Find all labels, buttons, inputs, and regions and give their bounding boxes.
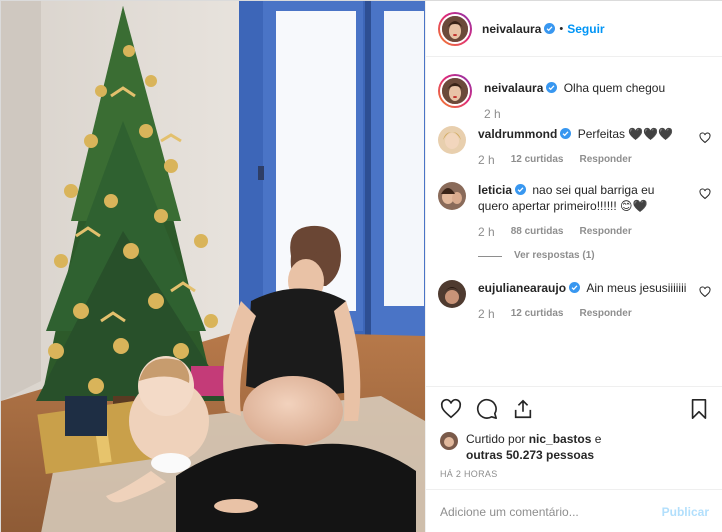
- verified-icon: [546, 82, 558, 93]
- comment-likes-count[interactable]: 12 curtidas: [511, 154, 564, 166]
- liker-avatar[interactable]: [440, 432, 458, 450]
- header-text: neivalaura • Seguir: [482, 22, 605, 36]
- follow-button[interactable]: Seguir: [567, 22, 604, 36]
- avatar-image: [440, 432, 458, 450]
- liked-by-user[interactable]: nic_bastos: [529, 432, 592, 446]
- verified-icon: [560, 128, 572, 139]
- likes-summary: Curtido por nic_bastos e outras 50.273 p…: [440, 431, 709, 463]
- reply-button[interactable]: Responder: [580, 154, 632, 166]
- comment-item: valdrummond Perfeitas 🖤🖤🖤 2 h 12 curtida…: [438, 126, 711, 166]
- comment-body: valdrummond Perfeitas 🖤🖤🖤 2 h 12 curtida…: [478, 126, 711, 166]
- comment-likes-count[interactable]: 12 curtidas: [511, 308, 564, 320]
- caption-text: Olha quem chegou: [563, 81, 666, 95]
- avatar-image: [438, 126, 466, 154]
- comment-username[interactable]: eujulianearaujo: [478, 281, 566, 295]
- liked-by-prefix: Curtido por: [466, 432, 526, 446]
- comment-meta: 2 h 12 curtidas Responder: [478, 154, 687, 166]
- post-side-panel: neivalaura • Seguir neivalaura Olha quem…: [425, 1, 722, 532]
- commenter-avatar[interactable]: [438, 182, 466, 210]
- post-time-ago[interactable]: HÁ 2 HORAS: [440, 469, 709, 479]
- caption-meta: 2 h: [484, 108, 687, 120]
- post-header: neivalaura • Seguir: [426, 1, 722, 57]
- post-modal: neivalaura • Seguir neivalaura Olha quem…: [0, 0, 722, 532]
- verified-icon: [544, 23, 556, 34]
- comment-input[interactable]: [440, 504, 662, 519]
- comment-meta: 2 h 12 curtidas Responder: [478, 308, 687, 320]
- comment-item: leticia nao sei qual barriga eu quero ap…: [438, 182, 711, 264]
- reply-button[interactable]: Responder: [580, 308, 632, 320]
- verified-icon: [569, 282, 581, 293]
- heart-icon[interactable]: [440, 398, 462, 420]
- comment-likes-count[interactable]: 88 curtidas: [511, 226, 564, 238]
- share-icon[interactable]: [512, 398, 534, 420]
- liked-by-others[interactable]: outras 50.273 pessoas: [466, 448, 594, 462]
- comment-username[interactable]: valdrummond: [478, 127, 557, 141]
- likes-text: Curtido por nic_bastos e outras 50.273 p…: [466, 431, 601, 463]
- like-comment-heart-icon[interactable]: [699, 132, 711, 144]
- avatar-image: [438, 182, 466, 210]
- reply-button[interactable]: Responder: [580, 226, 632, 238]
- avatar-image: [442, 15, 468, 42]
- caption-author-avatar[interactable]: [438, 74, 472, 108]
- verified-icon: [515, 184, 527, 195]
- caption-time: 2 h: [484, 107, 501, 121]
- author-username[interactable]: neivalaura: [482, 22, 541, 36]
- comment-username[interactable]: leticia: [478, 183, 512, 197]
- comments-list[interactable]: neivalaura Olha quem chegou 2 h valdrumm…: [426, 58, 722, 386]
- bookmark-icon[interactable]: [689, 398, 709, 420]
- caption: neivalaura Olha quem chegou 2 h: [438, 74, 711, 120]
- replies-divider: [478, 255, 502, 257]
- comment-text: Ain meus jesusiiiiiii: [586, 281, 687, 295]
- like-comment-heart-icon[interactable]: [699, 188, 711, 200]
- comment-body: eujulianearaujo Ain meus jesusiiiiiii 2 …: [478, 280, 711, 320]
- comment-time: 2 h: [478, 153, 495, 167]
- comment-meta: 2 h 88 curtidas Responder: [478, 226, 687, 238]
- separator-dot: •: [559, 22, 564, 35]
- avatar-image: [442, 78, 468, 104]
- like-comment-heart-icon[interactable]: [699, 286, 711, 298]
- comment-body: leticia nao sei qual barriga eu quero ap…: [478, 182, 711, 264]
- post-image: [1, 1, 425, 532]
- comment-item: eujulianearaujo Ain meus jesusiiiiiii 2 …: [438, 280, 711, 320]
- caption-body: neivalaura Olha quem chegou 2 h: [484, 74, 711, 120]
- comment-time: 2 h: [478, 307, 495, 321]
- comment-text: Perfeitas 🖤🖤🖤: [577, 127, 674, 141]
- post-actions: Curtido por nic_bastos e outras 50.273 p…: [426, 386, 722, 479]
- caption-username[interactable]: neivalaura: [484, 81, 543, 95]
- commenter-avatar[interactable]: [438, 280, 466, 308]
- liked-by-connector: e: [594, 432, 602, 446]
- add-comment-bar: Publicar: [426, 489, 722, 532]
- action-bar: [440, 395, 709, 423]
- post-photo[interactable]: [1, 1, 425, 532]
- publish-button[interactable]: Publicar: [662, 505, 709, 519]
- view-replies-button[interactable]: Ver respostas (1): [478, 248, 687, 264]
- avatar-image: [438, 280, 466, 308]
- view-replies-label: Ver respostas (1): [514, 250, 595, 261]
- author-avatar[interactable]: [438, 11, 472, 46]
- commenter-avatar[interactable]: [438, 126, 466, 154]
- comment-icon[interactable]: [476, 398, 498, 420]
- comment-time: 2 h: [478, 225, 495, 239]
